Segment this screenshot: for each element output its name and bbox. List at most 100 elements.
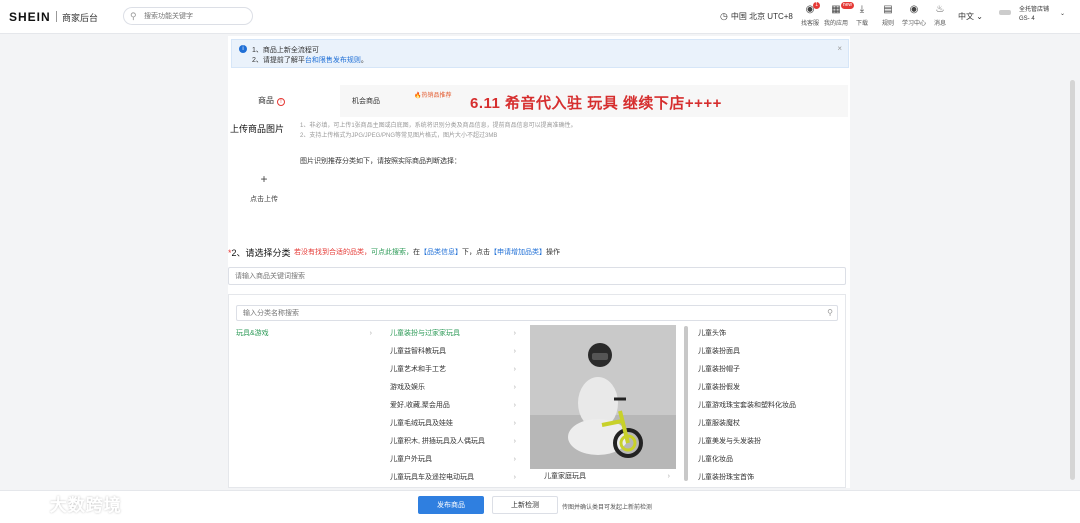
- category-item-label: 儿童装扮与过家家玩具: [390, 330, 460, 337]
- category-info-link[interactable]: 【品类信息】: [420, 249, 462, 256]
- category-item-label: 儿童毛绒玩具及娃娃: [390, 420, 453, 427]
- category-name-search[interactable]: ⚲: [236, 305, 838, 321]
- tool-label: 下载: [855, 21, 868, 27]
- bell-icon: ♨: [935, 4, 945, 15]
- category-name-input[interactable]: [243, 308, 543, 319]
- close-icon[interactable]: ×: [837, 44, 842, 53]
- upload-image-label: 上传商品图片: [230, 124, 285, 134]
- category-item-label: 爱好,收藏,聚会用品: [390, 402, 450, 409]
- category-item-label: 儿童艺术和手工艺: [390, 366, 446, 373]
- category-item[interactable]: 儿童装扮珠宝首饰: [698, 472, 838, 490]
- category-item[interactable]: 儿童装扮与过家家玩具 ›: [390, 328, 520, 346]
- product-name-label: 商品!: [258, 95, 285, 106]
- tool-download[interactable]: ⤓ 下载: [850, 4, 874, 27]
- notice-banner: i 1、商品上新全流程可 2、请提前了解平台和限售发布规则。 ×: [231, 39, 849, 68]
- tool-learning-center[interactable]: ◉ 学习中心: [902, 4, 926, 27]
- opportunity-label: 机会商品: [352, 98, 380, 105]
- download-icon: ⤓: [859, 4, 865, 15]
- category-item[interactable]: 爱好,收藏,聚会用品 ›: [390, 400, 520, 418]
- user-id: GS- 4: [1019, 16, 1035, 22]
- language-switch[interactable]: 中文 ⌄: [958, 11, 983, 22]
- category-item[interactable]: 儿童积木, 拼插玩具及人偶玩具 ›: [390, 436, 520, 454]
- rules-link[interactable]: 台和限售发布规则: [305, 57, 361, 64]
- category-keyword-search[interactable]: [228, 267, 846, 285]
- category-item[interactable]: 儿童服装魔杖: [698, 418, 838, 436]
- notification-badge: 1: [813, 2, 820, 9]
- chevron-right-icon: ›: [667, 473, 670, 480]
- category-item[interactable]: 儿童化妆品: [698, 454, 838, 472]
- language-label: 中文: [958, 12, 974, 21]
- category-item[interactable]: 儿童家庭玩具 ›: [530, 469, 676, 485]
- category-item[interactable]: 儿童益智科教玩具 ›: [390, 346, 520, 364]
- note-red: 若没有找到合适的品类，: [294, 249, 371, 256]
- recognition-text: 图片识别推荐分类如下，请按照实际商品判断选择：: [300, 158, 461, 165]
- recheck-note: 传图并确认类目可发起上新前检测: [562, 505, 653, 511]
- category-item[interactable]: 儿童艺术和手工艺 ›: [390, 364, 520, 382]
- notice-line-2-prefix: 2、请提前了解平: [252, 57, 305, 64]
- category-keyword-input[interactable]: [235, 271, 535, 282]
- tool-label: 学习中心: [902, 21, 927, 27]
- category-item[interactable]: 儿童美发与头发装扮: [698, 436, 838, 454]
- category-item[interactable]: 游戏及娱乐 ›: [390, 382, 520, 400]
- global-search[interactable]: ⚲: [123, 7, 253, 25]
- search-here-link[interactable]: 可点此搜索，: [371, 249, 413, 256]
- category-level-2: 儿童装扮与过家家玩具 › 儿童益智科教玩具 › 儿童艺术和手工艺 › 游戏及娱乐 › 爱…: [390, 328, 520, 490]
- help-icon[interactable]: !: [277, 98, 285, 106]
- shein-logo[interactable]: SHEIN: [9, 10, 51, 24]
- tool-label: 消息: [933, 21, 946, 27]
- upload-button-label: 点击上传: [250, 196, 278, 203]
- search-icon[interactable]: ⚲: [827, 308, 833, 317]
- watermark-text: 大数跨境: [49, 496, 122, 515]
- category-item-label: 儿童玩具车及遥控电动玩具: [390, 474, 474, 481]
- tool-my-apps[interactable]: ▦ new 我的应用: [824, 2, 854, 27]
- category-label: *2、请选择分类: [228, 246, 291, 259]
- plus-icon: +: [260, 172, 268, 186]
- upload-hint-line-2: 2、支持上传格式为JPG/JPEG/PNG等常见图片格式，图片大小不超过3MB: [300, 133, 498, 139]
- image-upload-button[interactable]: + 点击上传: [236, 162, 292, 230]
- banner-headline: 6.11 希音代入驻 玩具 继续下店++++: [470, 95, 722, 112]
- category-item[interactable]: 儿童游戏珠宝套装和塑料化妆品: [698, 400, 838, 418]
- category-item[interactable]: 儿童装扮假发: [698, 382, 838, 400]
- category-item-label: 游戏及娱乐: [390, 384, 425, 391]
- hot-tag: 🔥热销品推荐: [414, 93, 452, 99]
- timezone-display[interactable]: ◷ 中国 北京 UTC+8: [720, 11, 793, 22]
- document-icon: ▤: [883, 4, 893, 15]
- product-label-text: 商品: [258, 96, 274, 105]
- tool-messages[interactable]: ♨ 消息: [928, 4, 952, 27]
- category-label-text: 2、请选择分类: [231, 248, 291, 258]
- chevron-down-icon: ⌄: [1060, 11, 1066, 17]
- chevron-right-icon: ›: [513, 474, 516, 481]
- recheck-button[interactable]: 上新检测: [492, 496, 558, 514]
- category-item[interactable]: 儿童装扮帽子: [698, 364, 838, 382]
- upload-hint: 1、非必填，可上传1张商品主图或白底图，系统将识别分类及商品信息，提前商品信息可…: [300, 121, 577, 141]
- tool-label: 规则: [881, 21, 894, 27]
- info-icon: i: [239, 45, 247, 53]
- category-item[interactable]: 儿童户外玩具 ›: [390, 454, 520, 472]
- tool-rules[interactable]: ▤ 规则: [876, 4, 900, 27]
- chevron-right-icon: ›: [513, 402, 516, 409]
- chevron-down-icon: ⌄: [976, 12, 983, 21]
- logo-divider: [56, 11, 57, 22]
- category-item[interactable]: 儿童装扮面具: [698, 346, 838, 364]
- tool-label: 我的应用: [824, 21, 849, 27]
- top-bar: SHEIN 商家后台 ⚲ ◷中国 北京 UTC+8 ◉ 1 找客服 ▦ new …: [0, 0, 1080, 34]
- header-tools: ◉ 1 找客服 ▦ new 我的应用 ⤓ 下载 ▤ 规则 ◉ 学习中心 ♨ 消息: [798, 2, 954, 27]
- chevron-right-icon: ›: [369, 330, 372, 337]
- apply-category-link[interactable]: 【申请增加品类】: [490, 249, 546, 256]
- category-item[interactable]: 儿童头饰: [698, 328, 838, 346]
- chevron-right-icon: ›: [513, 456, 516, 463]
- publish-button[interactable]: 发布商品: [418, 496, 484, 514]
- chevron-right-icon: ›: [513, 420, 516, 427]
- page-scrollbar[interactable]: [1070, 80, 1075, 480]
- note-text: 下，点击: [462, 249, 490, 256]
- category-item[interactable]: 儿童毛绒玩具及娃娃 ›: [390, 418, 520, 436]
- global-search-input[interactable]: [144, 10, 244, 22]
- cascader-scrollbar[interactable]: [684, 326, 688, 481]
- tool-customer-service[interactable]: ◉ 1 找客服: [798, 2, 822, 27]
- category-item[interactable]: 玩具&游戏 ›: [236, 328, 376, 346]
- notice-line-1: 1、商品上新全流程可: [252, 47, 319, 54]
- category-item[interactable]: 儿童玩具车及遥控电动玩具 ›: [390, 472, 520, 490]
- chevron-right-icon: ›: [513, 438, 516, 445]
- user-name: 全托管店铺: [1019, 7, 1050, 13]
- chevron-right-icon: ›: [513, 348, 516, 355]
